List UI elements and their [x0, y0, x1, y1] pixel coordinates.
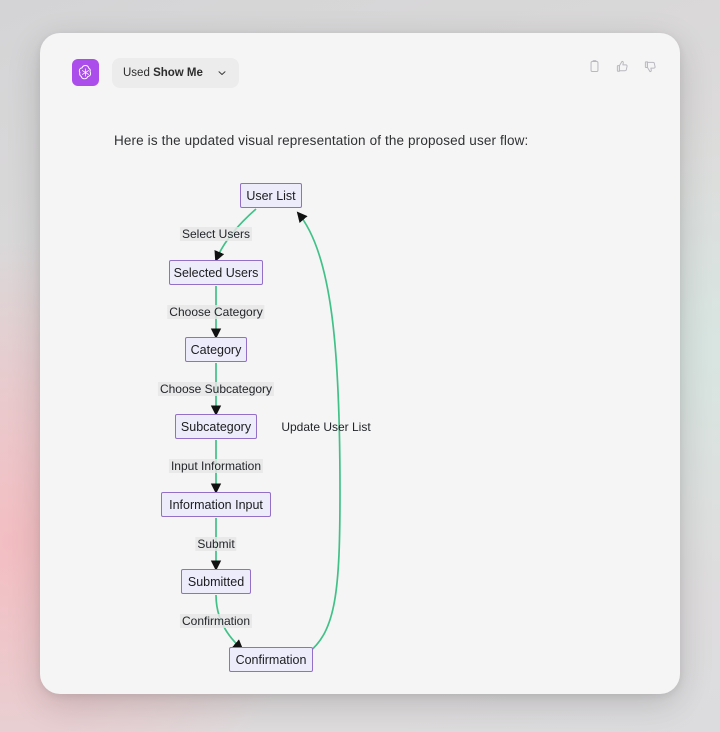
edge-label-confirmation: Confirmation	[179, 614, 253, 628]
edge-label-update-user-list: Update User List	[281, 420, 371, 434]
edge-label-choose-category: Choose Category	[167, 305, 265, 319]
edge-label-input-information: Input Information	[168, 459, 264, 473]
openai-logo-icon	[78, 65, 92, 80]
copy-icon[interactable]	[587, 59, 602, 74]
assistant-avatar	[72, 59, 99, 86]
chat-message-card: Used Show Me Here is the updated visual …	[40, 33, 680, 694]
node-user-list[interactable]: User List	[240, 183, 302, 208]
edge-label-select-users: Select Users	[179, 227, 253, 241]
node-label: Subcategory	[180, 419, 252, 434]
chevron-down-icon	[218, 71, 226, 75]
node-subcategory[interactable]: Subcategory	[175, 414, 257, 439]
tool-pill-label: Used Show Me	[123, 67, 203, 79]
intro-paragraph: Here is the updated visual representatio…	[114, 133, 529, 148]
node-confirmation[interactable]: Confirmation	[229, 647, 313, 672]
node-label: Information Input	[169, 497, 263, 512]
diagram-edges	[210, 208, 341, 654]
node-category[interactable]: Category	[185, 337, 247, 362]
thumbs-down-icon[interactable]	[643, 59, 658, 74]
node-label: Selected Users	[173, 265, 259, 280]
node-label: User List	[246, 188, 296, 203]
message-actions	[587, 59, 658, 74]
node-label: Confirmation	[235, 652, 307, 667]
node-selected-users[interactable]: Selected Users	[169, 260, 263, 285]
tool-used-pill[interactable]: Used Show Me	[112, 58, 239, 88]
thumbs-up-icon[interactable]	[615, 59, 630, 74]
node-submitted[interactable]: Submitted	[181, 569, 251, 594]
node-information-input[interactable]: Information Input	[161, 492, 271, 517]
edge-label-submit: Submit	[195, 537, 237, 551]
node-label: Category	[190, 342, 242, 357]
message-header: Used Show Me	[40, 33, 680, 93]
user-flow-diagram: User List Selected Users Category Subcat…	[40, 161, 680, 673]
node-label: Submitted	[187, 574, 245, 589]
edge-label-choose-subcategory: Choose Subcategory	[157, 382, 275, 396]
